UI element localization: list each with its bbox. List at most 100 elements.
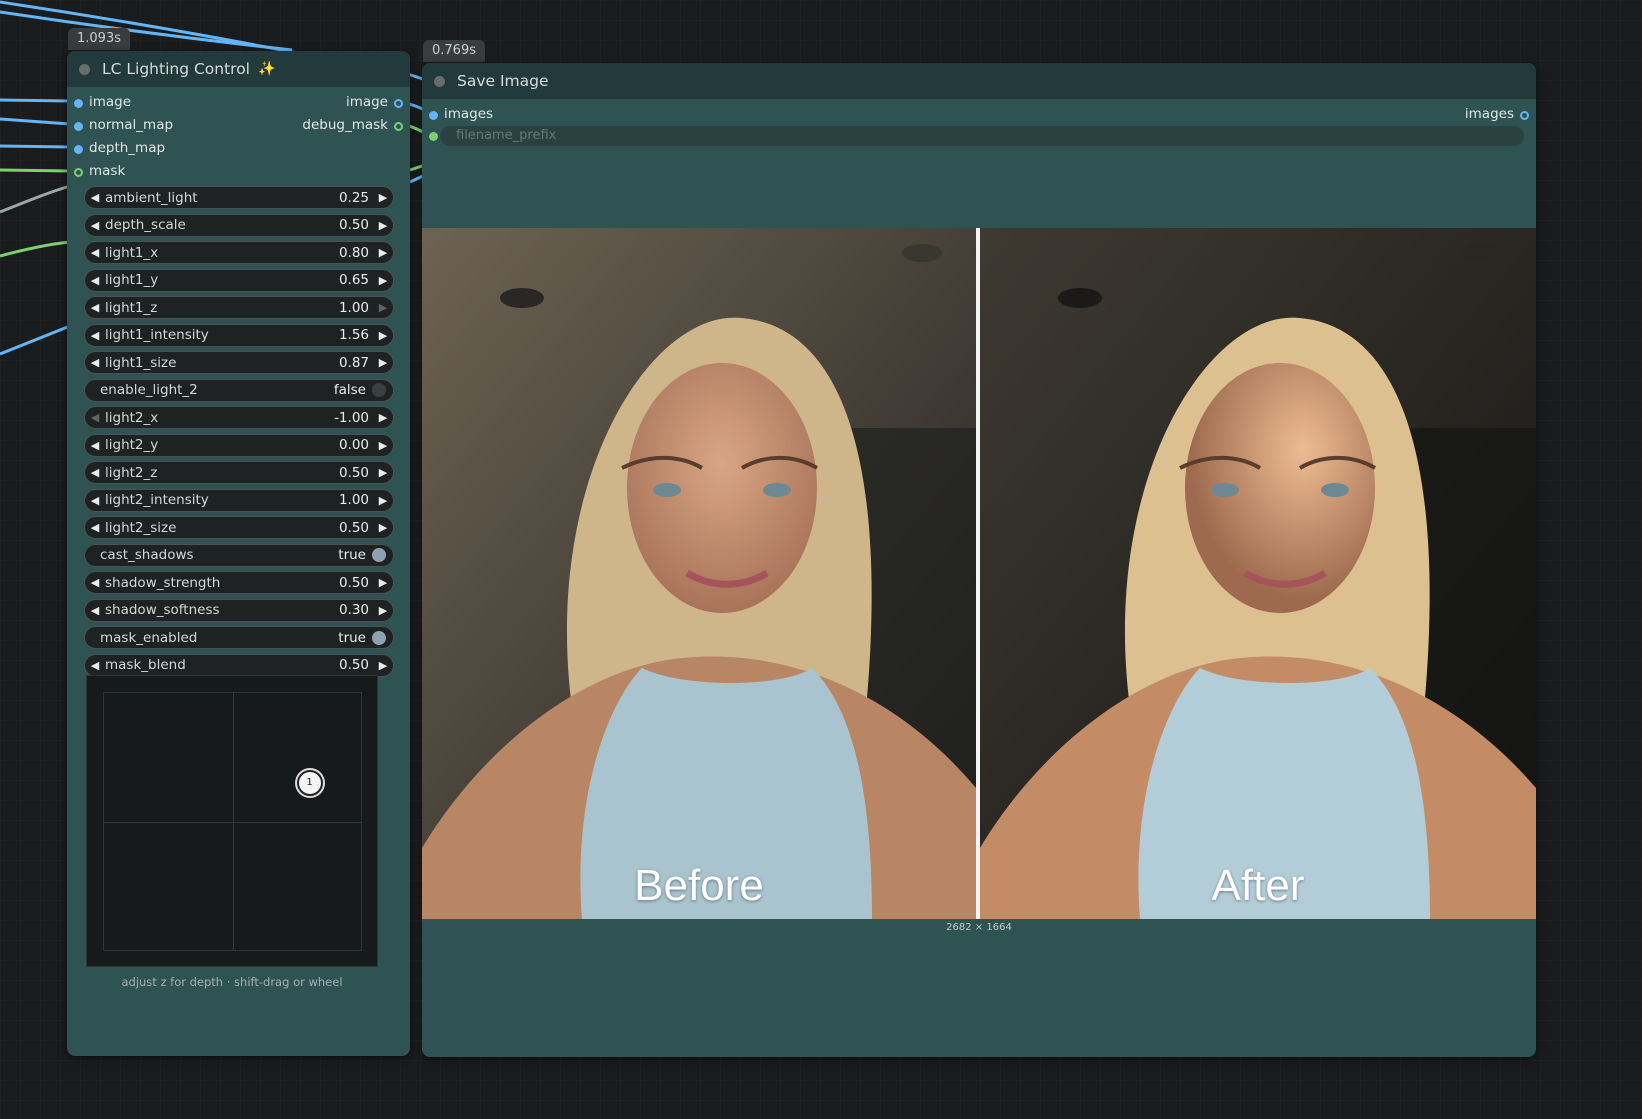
widget-label: light2_y — [105, 437, 159, 453]
widget-label: light1_y — [105, 272, 159, 288]
widget-label: cast_shadows — [100, 547, 194, 563]
widget-enable-light-2[interactable]: enable_light_2 false — [84, 378, 394, 402]
widget-light1-x[interactable]: ◀ light1_x 0.80 ▶ — [84, 241, 394, 264]
after-image: After — [980, 228, 1536, 919]
decrement-arrow-icon[interactable]: ◀ — [85, 439, 105, 452]
light1-handle[interactable]: 1 — [296, 769, 323, 796]
collapse-dot-icon[interactable] — [434, 75, 445, 87]
widget-value: false — [333, 382, 366, 398]
decrement-arrow-icon[interactable]: ◀ — [85, 521, 105, 534]
increment-arrow-icon[interactable]: ▶ — [373, 466, 393, 479]
increment-arrow-icon[interactable]: ▶ — [373, 356, 393, 369]
input-slot-depth-map[interactable] — [74, 145, 83, 154]
widget-shadow-strength[interactable]: ◀ shadow_strength 0.50 ▶ — [84, 571, 394, 594]
slot-row-normal-map: normal_map debug_mask — [67, 114, 410, 137]
decrement-arrow-icon[interactable]: ◀ — [85, 191, 105, 204]
widget-label: light1_size — [105, 354, 177, 371]
increment-arrow-icon[interactable]: ▶ — [373, 191, 393, 204]
input-slot-mask[interactable] — [74, 168, 83, 177]
decrement-arrow-icon[interactable]: ◀ — [85, 274, 105, 287]
widget-label: light2_intensity — [105, 492, 209, 508]
image-preview[interactable]: Before After — [422, 228, 1536, 919]
wire-green-in — [0, 240, 71, 258]
decrement-arrow-icon[interactable]: ◀ — [85, 219, 105, 232]
widget-light2-size[interactable]: ◀ light2_size 0.50 ▶ — [84, 516, 394, 539]
output-slot-images[interactable] — [1520, 111, 1529, 120]
input-slot-image[interactable] — [74, 99, 83, 108]
widget-label: mask_enabled — [100, 629, 198, 646]
increment-arrow-icon[interactable]: ▶ — [373, 659, 393, 672]
widget-light2-y[interactable]: ◀ light2_y 0.00 ▶ — [84, 433, 394, 457]
widget-light2-intensity[interactable]: ◀ light2_intensity 1.00 ▶ — [84, 488, 394, 512]
increment-arrow-icon[interactable]: ▶ — [373, 301, 393, 314]
input-slot-images[interactable] — [429, 111, 438, 120]
decrement-arrow-icon[interactable]: ◀ — [85, 246, 105, 259]
widget-value: 0.87 — [338, 354, 369, 371]
widget-value: 0.30 — [338, 602, 369, 618]
toggle-knob-icon[interactable] — [372, 630, 386, 645]
widget-shadow-softness[interactable]: ◀ shadow_softness 0.30 ▶ — [84, 598, 394, 622]
increment-arrow-icon[interactable]: ▶ — [373, 246, 393, 259]
widget-value: 0.50 — [338, 464, 369, 481]
save-image-node[interactable]: Save Image images images filename_prefix — [422, 63, 1536, 1057]
decrement-arrow-icon[interactable]: ◀ — [85, 301, 105, 314]
widget-mask-enabled[interactable]: mask_enabled true — [84, 626, 394, 649]
increment-arrow-icon[interactable]: ▶ — [373, 576, 393, 589]
decrement-arrow-icon[interactable]: ◀ — [85, 604, 105, 617]
widget-value: 1.00 — [338, 299, 369, 316]
increment-arrow-icon[interactable]: ▶ — [373, 494, 393, 507]
increment-arrow-icon[interactable]: ▶ — [373, 411, 393, 424]
increment-arrow-icon[interactable]: ▶ — [373, 604, 393, 617]
toggle-knob-icon[interactable] — [372, 383, 386, 397]
toggle-knob-icon[interactable] — [372, 548, 386, 562]
decrement-arrow-icon[interactable]: ◀ — [85, 576, 105, 589]
widget-value: 0.80 — [338, 244, 369, 261]
save-node-timer: 0.769s — [423, 40, 485, 62]
widget-value: 0.50 — [338, 519, 369, 536]
widget-ambient-light[interactable]: ◀ ambient_light 0.25 ▶ — [84, 186, 394, 209]
widget-light1-z[interactable]: ◀ light1_z 1.00 ▶ — [84, 296, 394, 319]
decrement-arrow-icon[interactable]: ◀ — [85, 356, 105, 369]
after-label: After — [1211, 861, 1305, 910]
wire-image-in — [0, 98, 71, 103]
input-slot-normal-map[interactable] — [74, 122, 83, 131]
decrement-arrow-icon[interactable]: ◀ — [85, 329, 105, 342]
output-label-debug-mask: debug_mask — [302, 117, 388, 133]
decrement-arrow-icon[interactable]: ◀ — [85, 494, 105, 507]
before-image: Before — [422, 228, 976, 919]
widget-value: 0.65 — [338, 272, 369, 288]
increment-arrow-icon[interactable]: ▶ — [373, 521, 393, 534]
filename-prefix-field[interactable]: filename_prefix — [440, 126, 1524, 146]
increment-arrow-icon[interactable]: ▶ — [373, 274, 393, 287]
collapse-dot-icon[interactable] — [79, 63, 90, 75]
wire-depth-in — [0, 144, 71, 149]
decrement-arrow-icon[interactable]: ◀ — [85, 466, 105, 479]
lighting-node-title: LC Lighting Control — [102, 60, 250, 78]
wire-top-b — [0, 10, 293, 52]
widget-light1-y[interactable]: ◀ light1_y 0.65 ▶ — [84, 268, 394, 292]
lighting-control-node[interactable]: LC Lighting Control ✨ image image normal… — [67, 51, 410, 1056]
filename-prefix-slot[interactable] — [429, 132, 438, 141]
light-position-pad[interactable]: 1 — [86, 675, 378, 967]
input-label-image: image — [89, 94, 132, 110]
decrement-arrow-icon[interactable]: ◀ — [85, 659, 105, 672]
widget-depth-scale[interactable]: ◀ depth_scale 0.50 ▶ — [84, 213, 394, 237]
decrement-arrow-icon[interactable]: ◀ — [85, 411, 105, 424]
widget-light2-x[interactable]: ◀ light2_x -1.00 ▶ — [84, 406, 394, 429]
save-node-title-bar[interactable]: Save Image — [422, 63, 1536, 99]
widget-light1-intensity[interactable]: ◀ light1_intensity 1.56 ▶ — [84, 323, 394, 347]
output-slot-image[interactable] — [394, 99, 403, 108]
wire-blue-low — [0, 324, 71, 356]
increment-arrow-icon[interactable]: ▶ — [373, 439, 393, 452]
widget-value: 0.50 — [338, 217, 369, 233]
input-label-images: images — [444, 106, 494, 122]
increment-arrow-icon[interactable]: ▶ — [373, 329, 393, 342]
lighting-node-title-bar[interactable]: LC Lighting Control ✨ — [67, 51, 410, 87]
widget-cast-shadows[interactable]: cast_shadows true — [84, 543, 394, 567]
widget-mask-blend[interactable]: ◀ mask_blend 0.50 ▶ — [84, 653, 394, 677]
widget-light1-size[interactable]: ◀ light1_size 0.87 ▶ — [84, 351, 394, 374]
input-label-mask: mask — [89, 163, 126, 179]
increment-arrow-icon[interactable]: ▶ — [373, 219, 393, 232]
widget-light2-z[interactable]: ◀ light2_z 0.50 ▶ — [84, 461, 394, 484]
output-slot-debug-mask[interactable] — [394, 122, 403, 131]
